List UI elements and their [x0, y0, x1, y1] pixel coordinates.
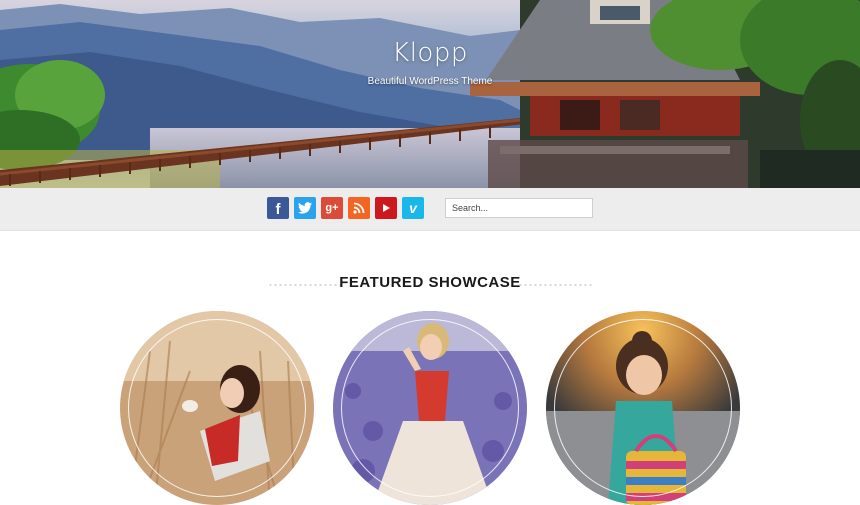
facebook-icon[interactable]: f — [267, 197, 289, 219]
site-title[interactable]: Klopp — [300, 38, 560, 68]
search-input[interactable] — [445, 198, 593, 218]
social-links: f g+ v — [267, 197, 424, 219]
showcase-ring — [554, 319, 732, 497]
showcase-woman-wheat-field[interactable] — [120, 311, 314, 505]
youtube-icon[interactable] — [375, 197, 397, 219]
twitter-icon[interactable] — [294, 197, 316, 219]
showcase-ring — [128, 319, 306, 497]
showcase-woman-lavender-field[interactable] — [333, 311, 527, 505]
showcase-girl-with-bag[interactable] — [546, 311, 740, 505]
rss-icon[interactable] — [348, 197, 370, 219]
vimeo-icon[interactable]: v — [402, 197, 424, 219]
showcase-ring — [341, 319, 519, 497]
hero-landscape-image — [0, 0, 860, 188]
google-plus-icon[interactable]: g+ — [321, 197, 343, 219]
featured-title: FEATURED SHOWCASE — [339, 274, 521, 291]
hero-banner: Klopp Beautiful WordPress Theme — [0, 0, 860, 188]
featured-heading: FEATURED SHOWCASE — [0, 270, 860, 298]
social-search-bar: f g+ v — [0, 188, 860, 231]
heading-decoration-right — [518, 283, 592, 287]
site-tagline: Beautiful WordPress Theme — [367, 76, 493, 87]
